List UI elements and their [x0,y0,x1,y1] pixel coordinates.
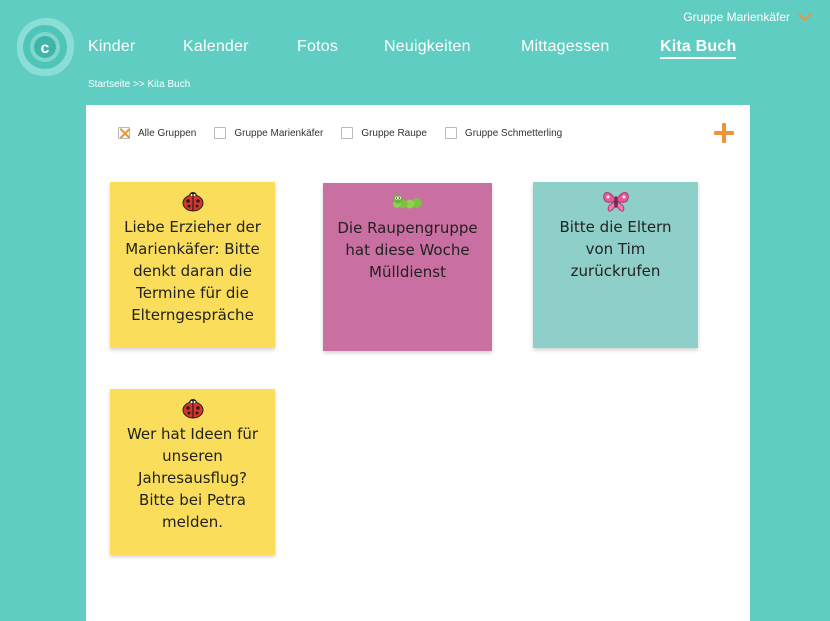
note-text: Bitte die Eltern von Tim zurückrufen [559,218,672,280]
filter-label: Gruppe Marienkäfer [234,127,324,139]
filter-gruppe-marienkaefer[interactable]: Gruppe Marienkäfer [214,127,323,139]
nav-item-fotos[interactable]: Fotos [297,38,338,56]
checkbox-checked[interactable] [118,127,130,139]
sticky-note[interactable]: Liebe Erzieher der Marienkäfer: Bitte de… [110,182,275,348]
sticky-note[interactable]: Die Raupengruppe hat diese Woche Mülldie… [323,183,492,351]
breadcrumb[interactable]: Startseite >> Kita Buch [88,79,190,90]
butterfly-icon [602,190,630,212]
nav-item-kinder[interactable]: Kinder [88,38,135,56]
group-selector[interactable]: Gruppe Marienkäfer [683,10,812,24]
nav-item-kita-buch[interactable]: Kita Buch [660,38,737,59]
svg-text:c: c [41,40,50,57]
filter-label: Gruppe Raupe [361,127,427,139]
note-text: Die Raupengruppe hat diese Woche Mülldie… [337,219,478,281]
sticky-note[interactable]: Bitte die Eltern von Tim zurückrufen [533,182,698,348]
checkbox[interactable] [341,127,354,139]
note-text: Wer hat Ideen für unseren Jahresausflug?… [126,425,259,531]
nav-item-neuigkeiten[interactable]: Neuigkeiten [384,38,471,56]
app-logo[interactable]: c [14,16,76,78]
caterpillar-icon [392,191,423,213]
checkbox[interactable] [214,127,227,139]
filter-label: Gruppe Schmetterling [464,127,563,139]
ladybug-icon [181,397,205,419]
nav-item-mittagessen[interactable]: Mittagessen [521,38,609,56]
note-text: Liebe Erzieher der Marienkäfer: Bitte de… [124,218,261,324]
checkbox[interactable] [444,127,457,139]
filter-alle-gruppen[interactable]: Alle Gruppen [118,127,196,139]
filter-label: Alle Gruppen [138,127,197,139]
nav-item-kalender[interactable]: Kalender [183,38,249,56]
filter-gruppe-schmetterling[interactable]: Gruppe Schmetterling [444,127,563,139]
chevron-down-icon [798,12,812,21]
group-filters: Alle Gruppen Gruppe Marienkäfer Gruppe R… [118,127,580,139]
ladybug-icon [181,190,205,212]
sticky-note[interactable]: Wer hat Ideen für unseren Jahresausflug?… [110,389,275,555]
add-note-button[interactable] [714,123,734,143]
group-selector-label: Gruppe Marienkäfer [683,10,790,24]
kita-buch-panel: Alle Gruppen Gruppe Marienkäfer Gruppe R… [86,105,750,621]
filter-gruppe-raupe[interactable]: Gruppe Raupe [341,127,427,139]
